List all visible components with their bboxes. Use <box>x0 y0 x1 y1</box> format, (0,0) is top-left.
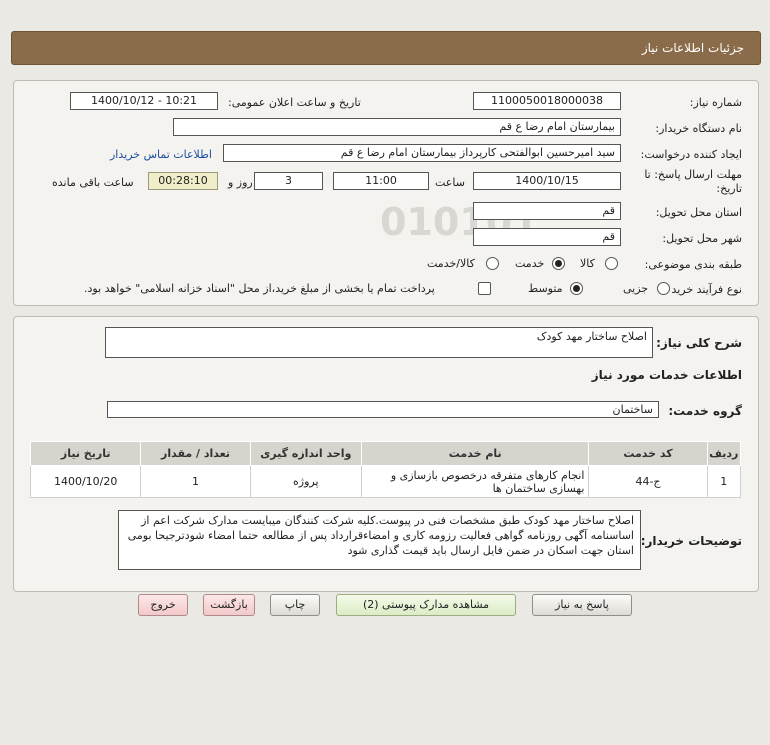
category-label: طبقه بندی موضوعی: <box>644 258 742 271</box>
attachments-button[interactable]: مشاهده مدارک پیوستی (2) <box>336 594 516 616</box>
cell-quantity: 1 <box>140 465 251 498</box>
cell-row-number: 1 <box>706 465 742 498</box>
process-label: نوع فرآیند خرید : <box>664 283 742 296</box>
remaining-time-field: 00:28:10 <box>148 172 218 190</box>
category-option-goods: کالا <box>580 257 595 270</box>
process-option-medium: متوسط <box>528 282 563 295</box>
table-row: 1 ج-44 انجام کارهای متفرقه درخصوص بازساز… <box>29 465 742 498</box>
remaining-label: ساعت باقی مانده <box>52 176 134 189</box>
print-button[interactable]: چاپ <box>270 594 320 616</box>
province-label: استان محل تحویل: <box>655 206 742 219</box>
deadline-date-field: 1400/10/15 <box>473 172 621 190</box>
buyer-notes-label: توضیحات خریدار: <box>640 534 742 548</box>
buyer-org-field: بیمارستان امام رضا ع قم <box>173 118 621 136</box>
col-service-name: نام خدمت <box>361 441 590 466</box>
process-radio-medium[interactable] <box>570 282 583 295</box>
back-button[interactable]: بازگشت <box>203 594 255 616</box>
requester-label: ایجاد کننده درخواست: <box>640 148 742 161</box>
cell-service-name: انجام کارهای متفرقه درخصوص بازسازی و بهس… <box>361 465 590 498</box>
col-need-date: تاریخ نیاز <box>29 441 142 466</box>
process-option-minor: جزیی <box>623 282 649 295</box>
services-table: ردیف کد خدمت نام خدمت واحد اندازه گیری ت… <box>29 441 742 498</box>
days-field: 3 <box>254 172 323 190</box>
col-quantity: تعداد / مقدار <box>140 441 251 466</box>
city-field: قم <box>473 228 621 246</box>
province-field: قم <box>473 202 621 220</box>
services-section-title: اطلاعات خدمات مورد نیاز <box>591 368 742 382</box>
summary-label: شرح کلی نیاز: <box>656 336 742 350</box>
need-number-field: 1100050018000038 <box>473 92 621 110</box>
buyer-notes-field: اصلاح ساختار مهد کودک طبق مشخصات فنی در … <box>118 510 641 570</box>
category-radio-service[interactable] <box>552 257 565 270</box>
table-header-row: ردیف کد خدمت نام خدمت واحد اندازه گیری ت… <box>29 441 742 466</box>
city-label: شهر محل تحویل: <box>662 232 742 245</box>
summary-field: اصلاح ساختار مهد کودک <box>105 327 653 358</box>
exit-button[interactable]: خروج <box>138 594 188 616</box>
requester-field: سید امیرحسین ابوالفتحی کارپرداز بیمارستا… <box>223 144 621 162</box>
days-label: روز و <box>228 176 253 189</box>
cell-service-code: ج-44 <box>588 465 708 498</box>
treasury-checkbox[interactable] <box>478 282 491 295</box>
col-row-number: ردیف <box>706 441 742 466</box>
category-option-goods-service: کالا/خدمت <box>427 257 475 270</box>
page-title: جزئیات اطلاعات نیاز <box>641 41 744 55</box>
col-service-code: کد خدمت <box>588 441 708 466</box>
deadline-time-field: 11:00 <box>333 172 429 190</box>
col-unit: واحد اندازه گیری <box>249 441 363 466</box>
announce-label: تاریخ و ساعت اعلان عمومی: <box>228 96 361 109</box>
buyer-org-label: نام دستگاه خریدار: <box>655 122 742 135</box>
category-radio-goods[interactable] <box>605 257 618 270</box>
payment-note: پرداخت تمام یا بخشی از مبلغ خرید،از محل … <box>84 282 435 295</box>
deadline-label: مهلت ارسال پاسخ: تا تاریخ: <box>644 168 742 195</box>
announce-field: 1400/10/12 - 10:21 <box>70 92 218 110</box>
category-radio-goods-service[interactable] <box>486 257 499 270</box>
buyer-contact-link[interactable]: اطلاعات تماس خریدار <box>110 148 212 161</box>
cell-need-date: 1400/10/20 <box>29 465 142 498</box>
category-option-service: خدمت <box>515 257 545 270</box>
need-number-label: شماره نیاز: <box>689 96 742 109</box>
service-group-field: ساختمان <box>107 401 659 418</box>
service-group-label: گروه خدمت: <box>668 404 742 418</box>
process-radio-minor[interactable] <box>657 282 670 295</box>
time-label: ساعت <box>435 176 465 189</box>
cell-unit: پروژه <box>249 465 363 498</box>
page-header: جزئیات اطلاعات نیاز <box>11 31 761 65</box>
reply-button[interactable]: پاسخ به نیاز <box>532 594 632 616</box>
